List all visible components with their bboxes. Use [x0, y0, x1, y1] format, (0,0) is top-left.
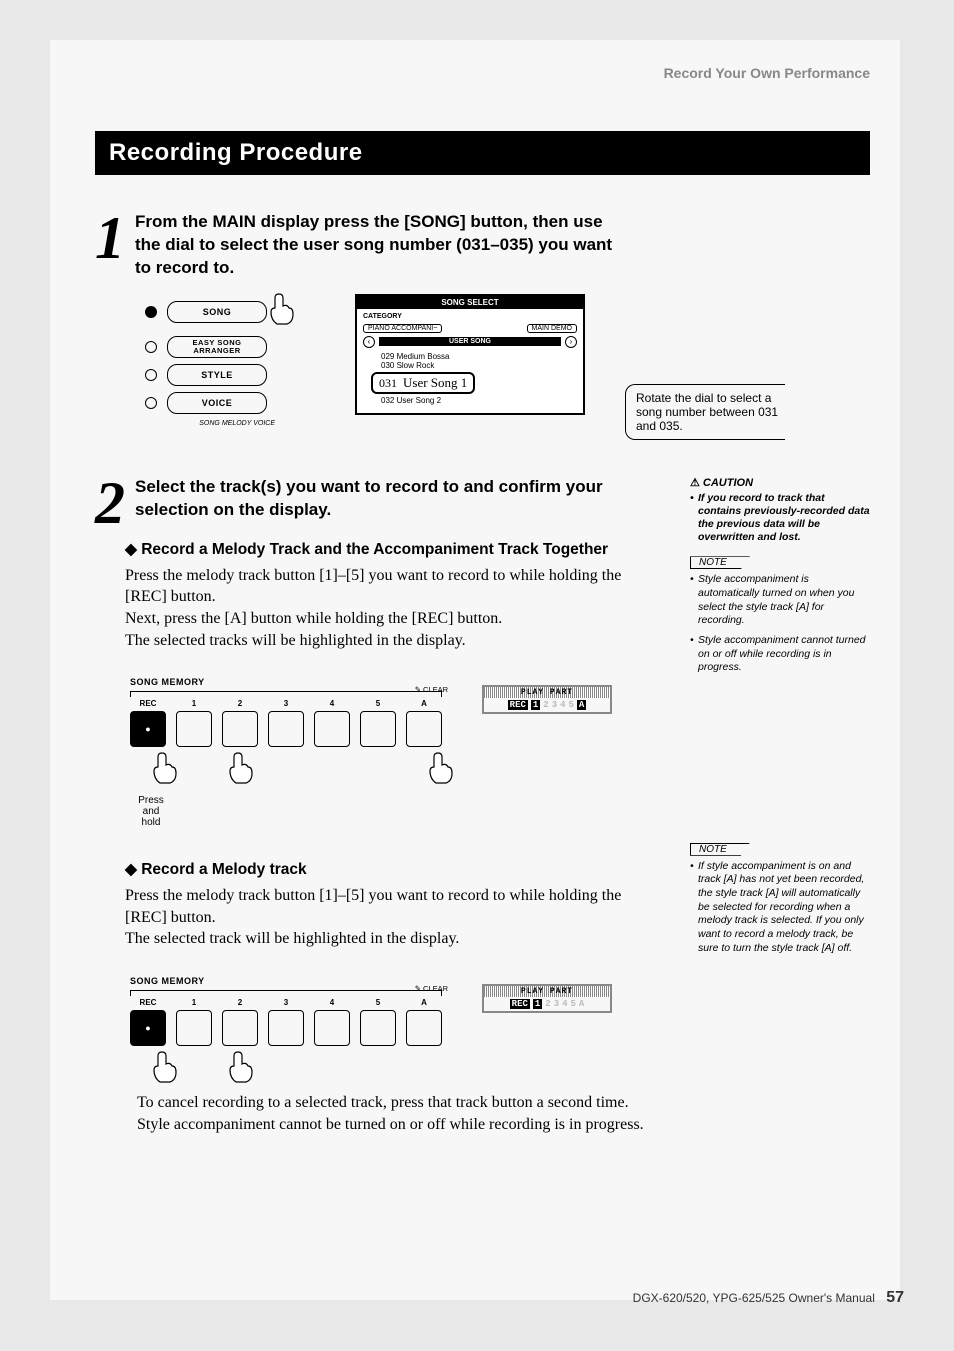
- ppb-2: 2: [545, 999, 550, 1009]
- step-1-figures: SONG EASY SONG ARRANGER STYLE VOICE SONG…: [145, 294, 870, 440]
- track-1-button-b: 1: [176, 998, 212, 1046]
- sub-heading-melody-only: Record a Melody track: [125, 860, 672, 879]
- lcd-selected-number: 031: [379, 376, 397, 391]
- rec-button: REC ● Press and hold: [130, 699, 166, 828]
- press-and-hold-label: Press and hold: [136, 795, 166, 828]
- style-indicator: [145, 369, 157, 381]
- lcd-category-label: CATEGORY: [363, 313, 577, 320]
- lcd-chip-piano: PIANO ACCOMPANI~: [363, 324, 442, 333]
- footer-page: 57: [886, 1289, 904, 1306]
- track-2-button: 2: [222, 699, 258, 747]
- play-part-title-b: PLAY PART: [484, 986, 610, 997]
- ppb-4: 4: [562, 999, 567, 1009]
- note2-item: If style accompaniment is on and track […: [690, 860, 870, 955]
- rec-button-b: REC●: [130, 998, 166, 1046]
- track-3-button-b: 3: [268, 998, 304, 1046]
- lcd-screen: SONG SELECT CATEGORY PIANO ACCOMPANI~ MA…: [355, 294, 585, 415]
- hand-pointer-icon: [224, 1048, 256, 1084]
- pp-5: 5: [569, 700, 574, 710]
- ppb-3: 3: [554, 999, 559, 1009]
- ppb-rec: REC: [510, 999, 530, 1009]
- hand-pointer-icon: [265, 290, 297, 326]
- step-2: 2 Select the track(s) you want to record…: [95, 476, 672, 524]
- track-2-button-b: 2: [222, 998, 258, 1046]
- caution-body: If you record to track that contains pre…: [690, 492, 870, 545]
- track-a-button-b: A: [406, 998, 442, 1046]
- ppb-5: 5: [571, 999, 576, 1009]
- note-heading-2: NOTE: [690, 843, 750, 856]
- step-1-text: From the MAIN display press the [SONG] b…: [135, 211, 615, 280]
- track-4-button-b: 4: [314, 998, 350, 1046]
- pp-3: 3: [552, 700, 557, 710]
- lcd-user-song-bar: USER SONG: [379, 337, 561, 346]
- track-5-button-b: 5: [360, 998, 396, 1046]
- notes-column: CAUTION If you record to track that cont…: [690, 476, 870, 961]
- subB-p2: The selected track will be highlighted i…: [125, 928, 665, 950]
- lcd-song-032: 032 User Song 2: [381, 396, 577, 405]
- hand-pointer-icon: [148, 749, 180, 785]
- lcd-song-030: 030 Slow Rock: [381, 361, 577, 370]
- song-memory-figure-b: SONG MEMORY CLEAR REC● 1 2 3 4: [130, 968, 672, 1046]
- subA-p2: Next, press the [A] button while holding…: [125, 608, 665, 630]
- lcd-song-selected: 031 User Song 1: [371, 372, 475, 394]
- step-2-text: Select the track(s) you want to record t…: [135, 476, 615, 522]
- pp-a: A: [577, 700, 586, 710]
- subA-p3: The selected tracks will be highlighted …: [125, 630, 665, 652]
- clear-label-b: CLEAR: [415, 984, 448, 993]
- play-part-display-a: PLAY PART REC 1 2 3 4 5 A: [482, 685, 612, 714]
- note-heading-1: NOTE: [690, 556, 750, 569]
- song-memory-label: SONG MEMORY: [130, 677, 442, 687]
- lcd-song-029: 029 Medium Bossa: [381, 352, 577, 361]
- page: Record Your Own Performance Recording Pr…: [50, 40, 900, 1300]
- song-memory-label-b: SONG MEMORY: [130, 976, 442, 986]
- voice-button: VOICE: [167, 392, 267, 414]
- song-indicator-on: [145, 306, 157, 318]
- lcd-chip-maindemo: MAIN DEMO: [527, 324, 577, 333]
- pp-1: 1: [531, 700, 540, 710]
- easy-song-indicator: [145, 341, 157, 353]
- easy-song-button: EASY SONG ARRANGER: [167, 336, 267, 358]
- section-title: Recording Procedure: [95, 131, 870, 175]
- ppb-a: A: [579, 999, 584, 1009]
- track-a-button: A: [406, 699, 442, 747]
- pp-4: 4: [560, 700, 565, 710]
- song-memory-figure-a: SONG MEMORY CLEAR REC ● Press and hold 1: [130, 669, 672, 828]
- step-1-number: 1: [95, 217, 125, 259]
- song-button: SONG: [167, 301, 267, 323]
- clear-label: CLEAR: [415, 685, 448, 694]
- track-4-button: 4: [314, 699, 350, 747]
- track-5-button: 5: [360, 699, 396, 747]
- caution-heading: CAUTION: [690, 476, 870, 489]
- hand-pointer-icon: [224, 749, 256, 785]
- lcd-left-arrow-icon: ‹: [363, 336, 375, 348]
- track-3-button: 3: [268, 699, 304, 747]
- sub-heading-melody-and-accomp: Record a Melody Track and the Accompanim…: [125, 540, 672, 559]
- song-melody-voice-label: SONG MELODY VOICE: [145, 420, 275, 427]
- style-button: STYLE: [167, 364, 267, 386]
- lcd-title: SONG SELECT: [357, 296, 583, 309]
- voice-indicator: [145, 397, 157, 409]
- button-panel: SONG EASY SONG ARRANGER STYLE VOICE SONG…: [145, 294, 315, 427]
- page-footer: DGX-620/520, YPG-625/525 Owner's Manual …: [633, 1289, 904, 1307]
- step-2-number: 2: [95, 482, 125, 524]
- dial-callout: Rotate the dial to select a song number …: [625, 384, 785, 440]
- page-header: Record Your Own Performance: [95, 65, 870, 81]
- note1-item1: Style accompaniment is automatically tur…: [690, 573, 870, 628]
- note1-item2: Style accompaniment cannot turned on or …: [690, 634, 870, 675]
- lcd-right-arrow-icon: ›: [565, 336, 577, 348]
- pp-2: 2: [543, 700, 548, 710]
- subA-p1: Press the melody track button [1]–[5] yo…: [125, 565, 665, 608]
- cancel-paragraph: To cancel recording to a selected track,…: [137, 1092, 647, 1135]
- track-1-button: 1: [176, 699, 212, 747]
- pp-rec: REC: [508, 700, 528, 710]
- hand-pointer-icon: [148, 1048, 180, 1084]
- step-1: 1 From the MAIN display press the [SONG]…: [95, 211, 870, 280]
- footer-model: DGX-620/520, YPG-625/525 Owner's Manual: [633, 1291, 875, 1305]
- subB-p1: Press the melody track button [1]–[5] yo…: [125, 885, 665, 928]
- play-part-display-b: PLAY PART REC 1 2 3 4 5 A: [482, 984, 612, 1013]
- lcd-selected-name: User Song 1: [403, 375, 467, 391]
- ppb-1: 1: [533, 999, 542, 1009]
- hand-pointer-icon: [424, 749, 456, 785]
- play-part-title: PLAY PART: [484, 687, 610, 698]
